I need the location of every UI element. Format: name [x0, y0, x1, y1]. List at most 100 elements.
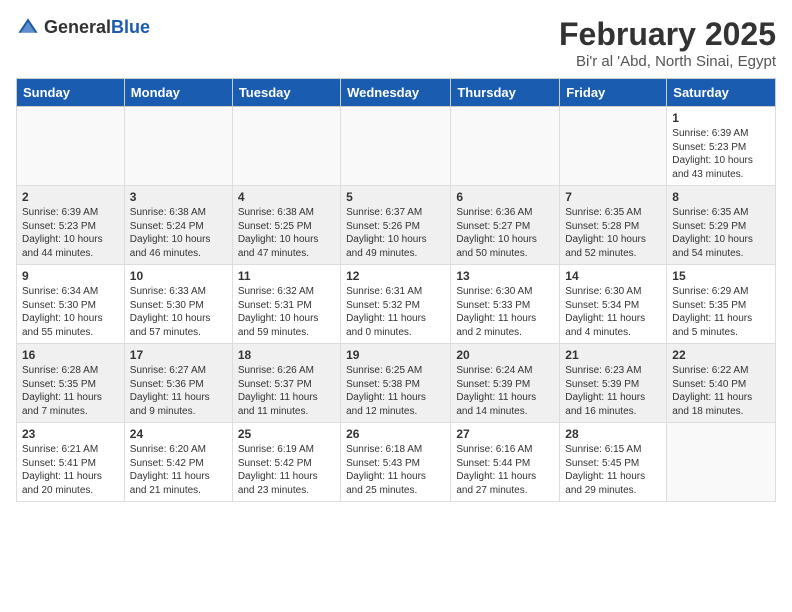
- day-number: 22: [672, 348, 770, 362]
- day-number: 14: [565, 269, 661, 283]
- calendar-cell: [560, 107, 667, 186]
- day-info: Sunrise: 6:36 AM Sunset: 5:27 PM Dayligh…: [456, 206, 554, 260]
- header-monday: Monday: [124, 79, 232, 107]
- day-number: 27: [456, 427, 554, 441]
- calendar-cell: [124, 107, 232, 186]
- calendar-cell: [451, 107, 560, 186]
- calendar-cell: 4 Sunrise: 6:38 AM Sunset: 5:25 PM Daylig…: [232, 186, 340, 265]
- day-info: Sunrise: 6:24 AM Sunset: 5:39 PM Dayligh…: [456, 364, 554, 418]
- header-tuesday: Tuesday: [232, 79, 340, 107]
- header-wednesday: Wednesday: [341, 79, 451, 107]
- logo-icon: [16, 16, 40, 40]
- day-info: Sunrise: 6:28 AM Sunset: 5:35 PM Dayligh…: [22, 364, 119, 418]
- title-block: February 2025 Bi'r al 'Abd, North Sinai,…: [559, 16, 776, 70]
- header-thursday: Thursday: [451, 79, 560, 107]
- calendar-cell: [341, 107, 451, 186]
- calendar-cell: 14 Sunrise: 6:30 AM Sunset: 5:34 PM Dayli…: [560, 265, 667, 344]
- calendar-cell: 26Sunrise: 6:18 AM Sunset: 5:43 PM Dayli…: [341, 423, 451, 502]
- day-number: 8: [672, 190, 770, 204]
- day-info: Sunrise: 6:18 AM Sunset: 5:43 PM Dayligh…: [346, 443, 445, 497]
- calendar-cell: 19 Sunrise: 6:25 AM Sunset: 5:38 PM Dayli…: [341, 344, 451, 423]
- day-info: Sunrise: 6:20 AM Sunset: 5:42 PM Dayligh…: [130, 443, 227, 497]
- day-number: 21: [565, 348, 661, 362]
- calendar-cell: 5 Sunrise: 6:37 AM Sunset: 5:26 PM Daylig…: [341, 186, 451, 265]
- day-info: Sunrise: 6:19 AM Sunset: 5:42 PM Dayligh…: [238, 443, 335, 497]
- header-friday: Friday: [560, 79, 667, 107]
- day-info: Sunrise: 6:30 AM Sunset: 5:34 PM Dayligh…: [565, 285, 661, 339]
- day-number: 4: [238, 190, 335, 204]
- calendar-cell: 20 Sunrise: 6:24 AM Sunset: 5:39 PM Dayli…: [451, 344, 560, 423]
- calendar-cell: 18 Sunrise: 6:26 AM Sunset: 5:37 PM Dayli…: [232, 344, 340, 423]
- day-info: Sunrise: 6:39 AM Sunset: 5:23 PM Dayligh…: [22, 206, 119, 260]
- day-number: 6: [456, 190, 554, 204]
- calendar-table: SundayMondayTuesdayWednesdayThursdayFrid…: [16, 78, 776, 502]
- day-number: 10: [130, 269, 227, 283]
- day-number: 19: [346, 348, 445, 362]
- day-number: 13: [456, 269, 554, 283]
- day-number: 2: [22, 190, 119, 204]
- day-info: Sunrise: 6:29 AM Sunset: 5:35 PM Dayligh…: [672, 285, 770, 339]
- day-number: 17: [130, 348, 227, 362]
- calendar-cell: 11Sunrise: 6:32 AM Sunset: 5:31 PM Dayli…: [232, 265, 340, 344]
- day-info: Sunrise: 6:23 AM Sunset: 5:39 PM Dayligh…: [565, 364, 661, 418]
- day-info: Sunrise: 6:27 AM Sunset: 5:36 PM Dayligh…: [130, 364, 227, 418]
- logo: GeneralBlue: [16, 16, 150, 40]
- day-info: Sunrise: 6:37 AM Sunset: 5:26 PM Dayligh…: [346, 206, 445, 260]
- calendar-cell: 25 Sunrise: 6:19 AM Sunset: 5:42 PM Dayli…: [232, 423, 340, 502]
- day-number: 3: [130, 190, 227, 204]
- calendar-cell: 6 Sunrise: 6:36 AM Sunset: 5:27 PM Daylig…: [451, 186, 560, 265]
- day-info: Sunrise: 6:30 AM Sunset: 5:33 PM Dayligh…: [456, 285, 554, 339]
- calendar-cell: 10 Sunrise: 6:33 AM Sunset: 5:30 PM Dayli…: [124, 265, 232, 344]
- calendar-cell: 23 Sunrise: 6:21 AM Sunset: 5:41 PM Dayli…: [17, 423, 125, 502]
- header-saturday: Saturday: [667, 79, 776, 107]
- day-info: Sunrise: 6:26 AM Sunset: 5:37 PM Dayligh…: [238, 364, 335, 418]
- calendar-cell: 13 Sunrise: 6:30 AM Sunset: 5:33 PM Dayli…: [451, 265, 560, 344]
- location-title: Bi'r al 'Abd, North Sinai, Egypt: [559, 53, 776, 70]
- calendar-cell: 21 Sunrise: 6:23 AM Sunset: 5:39 PM Dayli…: [560, 344, 667, 423]
- calendar-cell: [232, 107, 340, 186]
- calendar-cell: 22 Sunrise: 6:22 AM Sunset: 5:40 PM Dayli…: [667, 344, 776, 423]
- day-number: 25: [238, 427, 335, 441]
- calendar-cell: 3Sunrise: 6:38 AM Sunset: 5:24 PM Daylig…: [124, 186, 232, 265]
- day-number: 20: [456, 348, 554, 362]
- day-number: 1: [672, 111, 770, 125]
- day-info: Sunrise: 6:35 AM Sunset: 5:28 PM Dayligh…: [565, 206, 661, 260]
- calendar-week-3: 9Sunrise: 6:34 AM Sunset: 5:30 PM Daylig…: [17, 265, 776, 344]
- calendar-cell: 28 Sunrise: 6:15 AM Sunset: 5:45 PM Dayli…: [560, 423, 667, 502]
- calendar-cell: [17, 107, 125, 186]
- day-number: 7: [565, 190, 661, 204]
- calendar-cell: 16 Sunrise: 6:28 AM Sunset: 5:35 PM Dayli…: [17, 344, 125, 423]
- day-number: 15: [672, 269, 770, 283]
- calendar-cell: [667, 423, 776, 502]
- day-number: 16: [22, 348, 119, 362]
- calendar-cell: 15 Sunrise: 6:29 AM Sunset: 5:35 PM Dayli…: [667, 265, 776, 344]
- day-info: Sunrise: 6:34 AM Sunset: 5:30 PM Dayligh…: [22, 285, 119, 339]
- calendar-week-2: 2 Sunrise: 6:39 AM Sunset: 5:23 PM Daylig…: [17, 186, 776, 265]
- calendar-cell: 12Sunrise: 6:31 AM Sunset: 5:32 PM Dayli…: [341, 265, 451, 344]
- header-sunday: Sunday: [17, 79, 125, 107]
- calendar-cell: 24Sunrise: 6:20 AM Sunset: 5:42 PM Dayli…: [124, 423, 232, 502]
- day-number: 28: [565, 427, 661, 441]
- day-number: 5: [346, 190, 445, 204]
- day-info: Sunrise: 6:38 AM Sunset: 5:25 PM Dayligh…: [238, 206, 335, 260]
- calendar-week-1: 1 Sunrise: 6:39 AM Sunset: 5:23 PM Daylig…: [17, 107, 776, 186]
- day-info: Sunrise: 6:33 AM Sunset: 5:30 PM Dayligh…: [130, 285, 227, 339]
- page-header: GeneralBlue February 2025 Bi'r al 'Abd, …: [16, 16, 776, 70]
- calendar-cell: 17 Sunrise: 6:27 AM Sunset: 5:36 PM Dayli…: [124, 344, 232, 423]
- month-title: February 2025: [559, 16, 776, 53]
- day-info: Sunrise: 6:31 AM Sunset: 5:32 PM Dayligh…: [346, 285, 445, 339]
- day-number: 18: [238, 348, 335, 362]
- day-info: Sunrise: 6:35 AM Sunset: 5:29 PM Dayligh…: [672, 206, 770, 260]
- calendar-cell: 9Sunrise: 6:34 AM Sunset: 5:30 PM Daylig…: [17, 265, 125, 344]
- day-info: Sunrise: 6:22 AM Sunset: 5:40 PM Dayligh…: [672, 364, 770, 418]
- calendar-cell: 8 Sunrise: 6:35 AM Sunset: 5:29 PM Daylig…: [667, 186, 776, 265]
- day-info: Sunrise: 6:39 AM Sunset: 5:23 PM Dayligh…: [672, 127, 770, 181]
- calendar-cell: 7 Sunrise: 6:35 AM Sunset: 5:28 PM Daylig…: [560, 186, 667, 265]
- day-info: Sunrise: 6:21 AM Sunset: 5:41 PM Dayligh…: [22, 443, 119, 497]
- day-number: 11: [238, 269, 335, 283]
- day-number: 23: [22, 427, 119, 441]
- day-info: Sunrise: 6:25 AM Sunset: 5:38 PM Dayligh…: [346, 364, 445, 418]
- day-info: Sunrise: 6:15 AM Sunset: 5:45 PM Dayligh…: [565, 443, 661, 497]
- calendar-week-5: 23 Sunrise: 6:21 AM Sunset: 5:41 PM Dayli…: [17, 423, 776, 502]
- calendar-cell: 1 Sunrise: 6:39 AM Sunset: 5:23 PM Daylig…: [667, 107, 776, 186]
